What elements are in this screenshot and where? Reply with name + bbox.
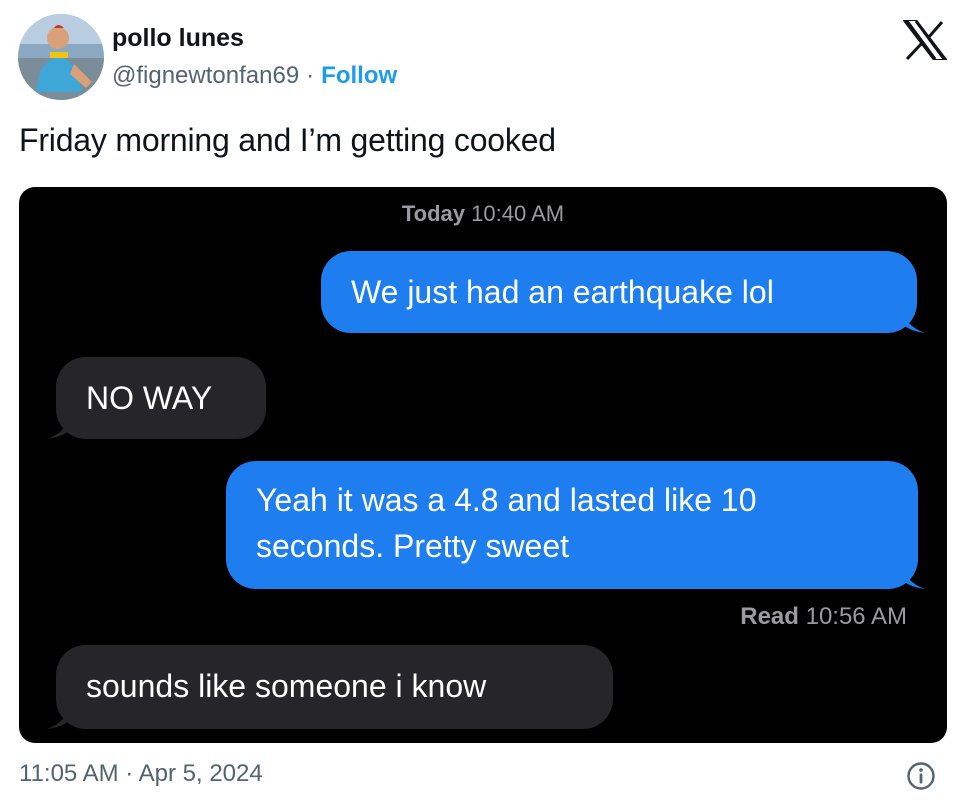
- follow-button[interactable]: Follow: [321, 62, 397, 90]
- separator-dot: ·: [306, 62, 315, 89]
- avatar[interactable]: [18, 14, 104, 100]
- info-icon[interactable]: [906, 761, 936, 791]
- tweet-card: pollo lunes @fignewtonfan69 · Follow Fri…: [0, 0, 964, 808]
- read-label: Read: [740, 603, 799, 630]
- message-bubble-incoming: NO WAY: [56, 357, 266, 439]
- author-name[interactable]: pollo lunes: [112, 24, 244, 53]
- x-logo-icon[interactable]: [903, 20, 947, 60]
- read-receipt: Read 10:56 AM: [740, 603, 907, 631]
- author-meta: @fignewtonfan69 · Follow: [112, 62, 397, 90]
- message-bubble-outgoing: We just had an earthquake lol: [321, 251, 917, 333]
- tweet-timestamp[interactable]: 11:05 AM · Apr 5, 2024: [19, 760, 263, 788]
- message-bubble-outgoing: Yeah it was a 4.8 and lasted like 10 sec…: [226, 461, 918, 589]
- timestamp-time: 10:40 AM: [471, 201, 565, 226]
- timestamp-day: Today: [401, 201, 466, 226]
- read-time: 10:56 AM: [805, 603, 907, 630]
- message-bubble-incoming: sounds like someone i know: [56, 645, 613, 729]
- conversation-timestamp: Today 10:40 AM: [19, 201, 947, 227]
- tweet-text: Friday morning and I’m getting cooked: [19, 122, 556, 158]
- author-handle[interactable]: @fignewtonfan69: [112, 62, 299, 90]
- avatar-image: [18, 14, 104, 100]
- media-screenshot[interactable]: Today 10:40 AM We just had an earthquake…: [19, 187, 947, 743]
